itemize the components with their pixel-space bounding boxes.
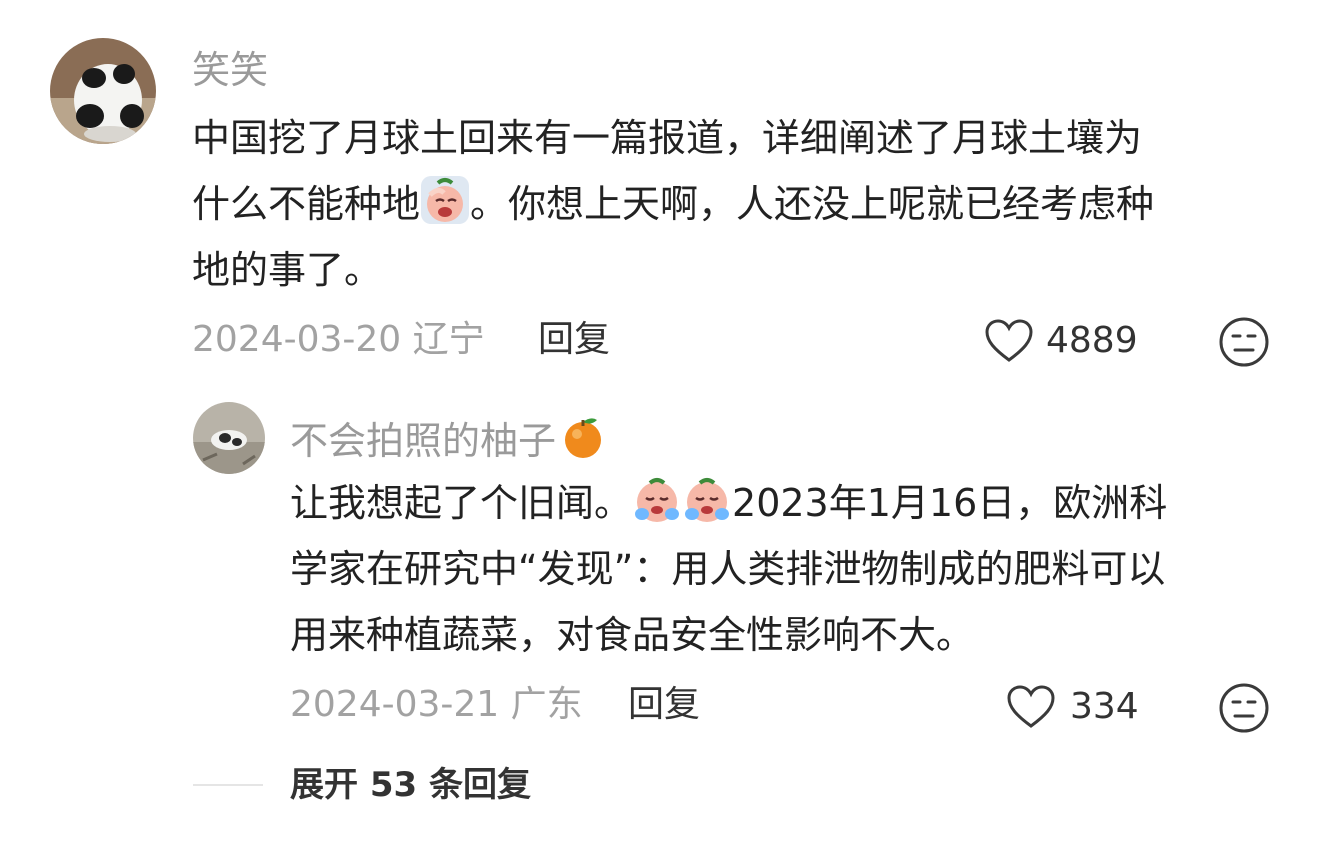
- reply-line-1b: 2023年1月16日，欧洲科: [732, 481, 1168, 525]
- crying-sticker-icon: [632, 474, 682, 524]
- neutral-face-icon[interactable]: [1218, 316, 1270, 368]
- reply-reply-button[interactable]: 回复: [628, 685, 700, 725]
- replier-avatar[interactable]: [193, 402, 265, 474]
- commenter-username[interactable]: 笑笑: [192, 48, 268, 92]
- expand-replies-button[interactable]: 展开 53 条回复: [290, 765, 531, 805]
- replier-username[interactable]: 不会拍照的柚子: [290, 414, 606, 463]
- comment-like-count: 4889: [1046, 320, 1138, 361]
- comment-meta: 2024-03-20 辽宁: [192, 320, 485, 360]
- comment-line-1: 中国挖了月球土回来有一篇报道，详细阐述了月球土壤为: [192, 116, 1143, 160]
- crying-sticker-icon: [682, 474, 732, 524]
- comment-line-2: 什么不能种地 。你想上天啊，人还没上呢就已经考虑种: [192, 171, 1282, 237]
- neutral-face-icon[interactable]: [1218, 682, 1270, 734]
- reply-date: 2024-03-21: [290, 684, 500, 725]
- reply-line-1: 让我想起了个旧闻。 2023年1月16日，欧洲科: [290, 470, 1290, 536]
- comment-reply-button[interactable]: 回复: [538, 320, 610, 360]
- heart-icon[interactable]: [984, 318, 1034, 364]
- reply-line-1a: 让我想起了个旧闻。: [290, 481, 633, 525]
- comment-date: 2024-03-20: [192, 319, 402, 360]
- comment-line-2a: 什么不能种地: [192, 182, 421, 226]
- comment-line-3: 地的事了。: [192, 248, 383, 292]
- comment-text: 中国挖了月球土回来有一篇报道，详细阐述了月球土壤为 什么不能种地 。你想上天啊，人…: [192, 105, 1282, 303]
- commenter-avatar[interactable]: [50, 38, 156, 144]
- reply-like-count: 334: [1070, 686, 1139, 727]
- reply-meta: 2024-03-21 广东: [290, 685, 583, 725]
- orange-icon: [560, 414, 606, 460]
- replier-username-text: 不会拍照的柚子: [290, 419, 557, 463]
- reply-line-3: 用来种植蔬菜，对食品安全性影响不大。: [290, 613, 975, 657]
- heart-icon[interactable]: [1006, 684, 1056, 730]
- comment-line-2b: 。你想上天啊，人还没上呢就已经考虑种: [470, 182, 1155, 226]
- reply-text: 让我想起了个旧闻。 2023年1月16日，欧洲科 学家在研究中“发现”：用人类排泄…: [290, 470, 1290, 668]
- reply-location: 广东: [510, 684, 583, 725]
- facepalm-sticker-icon: [420, 175, 470, 225]
- expand-divider: [193, 784, 263, 786]
- comment-location: 辽宁: [412, 319, 485, 360]
- reply-line-2: 学家在研究中“发现”：用人类排泄物制成的肥料可以: [290, 547, 1166, 591]
